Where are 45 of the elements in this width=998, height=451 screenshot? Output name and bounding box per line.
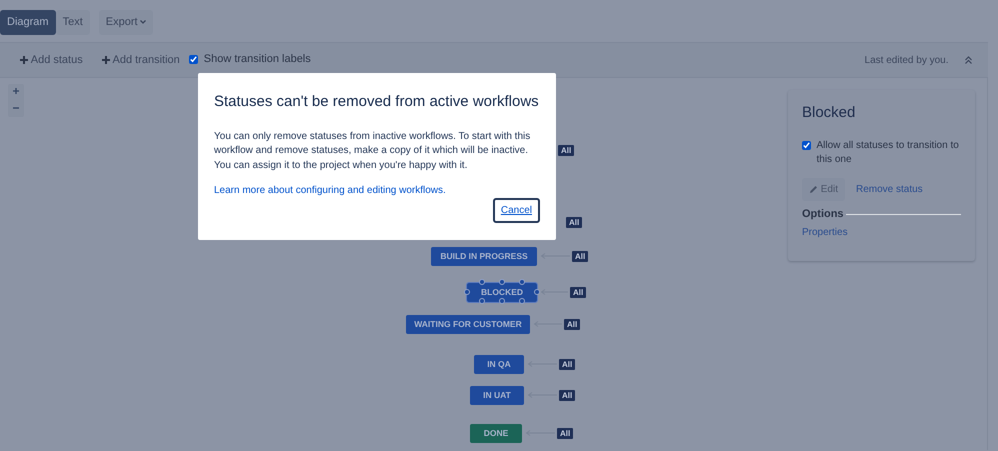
properties-link[interactable]: Properties xyxy=(802,225,848,240)
transition-label: All xyxy=(558,145,574,156)
resize-handle[interactable] xyxy=(499,279,505,285)
remove-status-link[interactable]: Remove status xyxy=(856,182,923,196)
transition-label: All xyxy=(570,287,586,298)
view-tab[interactable]: Text xyxy=(56,10,90,34)
section-heading: Options xyxy=(802,207,844,222)
show-labels-checkbox[interactable] xyxy=(189,54,198,64)
resize-handle[interactable] xyxy=(464,289,470,295)
last-edited-text: Last edited by you. xyxy=(864,54,948,68)
zoom-out-button[interactable]: − xyxy=(8,100,24,116)
transition-label: All xyxy=(559,390,576,401)
allow-all-checkbox[interactable] xyxy=(802,141,811,150)
pencil-icon xyxy=(809,184,818,194)
dialog-message: You can only remove statuses from inactive workflows. To start with this workflow and remove statuses, make a copy of it which will be inactive. You can assign it to the project when you're happy with it. xyxy=(214,130,532,172)
status-node[interactable]: DONE xyxy=(470,424,522,443)
add-status-button[interactable]: Add status xyxy=(16,50,87,70)
status-node[interactable]: BUILD IN PROGRESS xyxy=(431,247,537,266)
plus-icon xyxy=(20,56,28,64)
panel-title: Blocked xyxy=(802,103,856,123)
status-node[interactable]: BLOCKED xyxy=(467,283,537,302)
edit-button[interactable]: Edit xyxy=(802,178,845,200)
status-node[interactable]: WAITING FOR CUSTOMER xyxy=(406,315,530,334)
transition-label: All xyxy=(564,319,580,330)
zoom-in-button[interactable]: + xyxy=(8,84,24,99)
collapse-icon[interactable] xyxy=(965,56,972,64)
add-transition-button[interactable]: Add transition xyxy=(98,50,184,70)
transition-arrow xyxy=(541,289,568,295)
status-node[interactable]: IN QA xyxy=(474,355,524,374)
plus-icon xyxy=(102,56,110,64)
transition-label: All xyxy=(559,359,576,370)
help-link[interactable]: Learn more about configuring and editing workflows. xyxy=(214,183,446,198)
transition-label: All xyxy=(557,428,574,439)
transition-label: All xyxy=(566,217,582,228)
caret-icon xyxy=(140,20,146,24)
checkbox-label: Allow all statuses to transition to this one xyxy=(816,138,960,166)
resize-handle[interactable] xyxy=(519,279,525,285)
transition-label: All xyxy=(572,251,588,262)
view-tab[interactable]: Diagram xyxy=(0,10,56,34)
resize-handle[interactable] xyxy=(479,279,485,285)
cancel-button[interactable]: Cancel xyxy=(492,198,540,223)
status-node[interactable]: IN UAT xyxy=(470,386,524,405)
dialog-title: Statuses can't be removed from active workflows xyxy=(214,92,540,112)
checkbox-label: Show transition labels xyxy=(204,52,311,67)
export-button[interactable]: Export xyxy=(98,10,154,34)
